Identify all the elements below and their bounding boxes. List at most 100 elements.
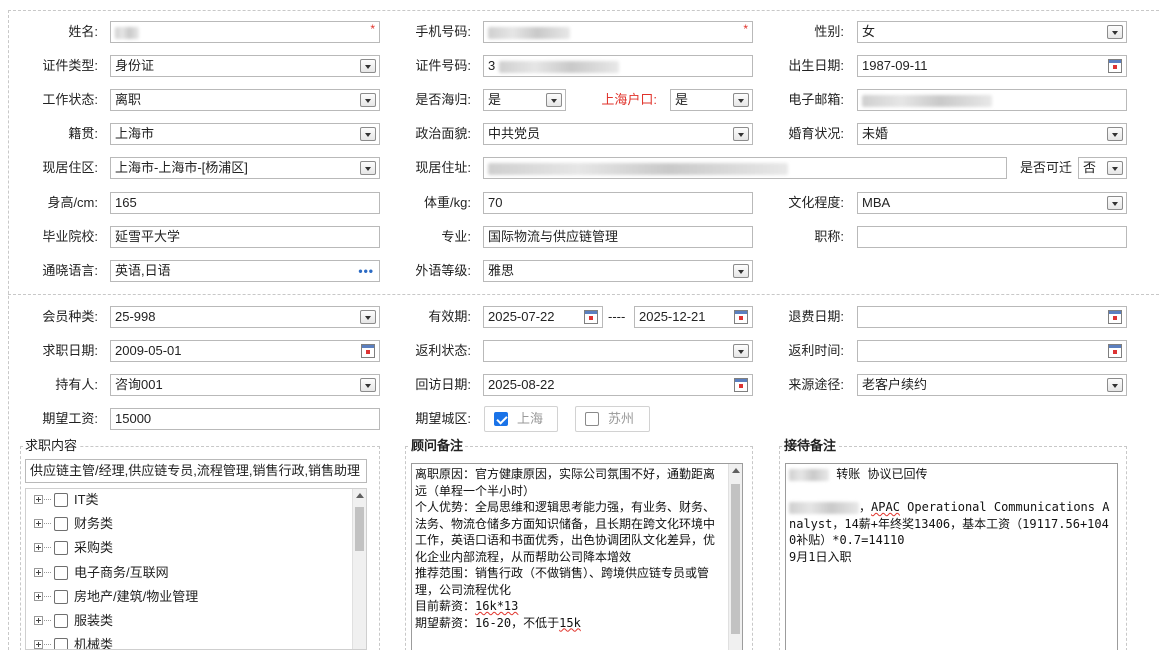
expand-icon[interactable] — [34, 616, 43, 625]
returnee-value: 是 — [488, 92, 502, 107]
email-field[interactable] — [857, 89, 1127, 111]
checkbox-icon[interactable] — [54, 638, 68, 649]
member-type-label: 会员种类: — [42, 309, 98, 324]
member-type-select[interactable]: 25-998 — [110, 306, 380, 328]
height-field[interactable]: 165 — [110, 192, 380, 214]
weight-field[interactable]: 70 — [483, 192, 753, 214]
calendar-icon[interactable] — [1108, 310, 1122, 324]
residence-addr-field[interactable] — [483, 157, 1007, 179]
reception-notes-textarea[interactable]: 转账 协议已回传 ，APAC Operational Communication… — [785, 463, 1118, 650]
id-no-field[interactable]: 3 — [483, 55, 753, 77]
political-select[interactable]: 中共党员 — [483, 123, 753, 145]
scroll-thumb[interactable] — [355, 507, 364, 551]
chevron-down-icon[interactable] — [733, 127, 749, 141]
chevron-down-icon[interactable] — [1107, 161, 1123, 175]
chevron-down-icon[interactable] — [360, 378, 376, 392]
calendar-icon[interactable] — [584, 310, 598, 324]
height-label: 身高/cm: — [47, 195, 98, 210]
checkbox-icon[interactable] — [54, 566, 68, 580]
lang-field[interactable]: 英语,日语 ••• — [110, 260, 380, 282]
chevron-down-icon[interactable] — [1107, 25, 1123, 39]
expand-icon[interactable] — [34, 592, 43, 601]
name-field[interactable]: * — [110, 21, 380, 43]
calendar-icon[interactable] — [734, 378, 748, 392]
holder-select[interactable]: 咨询001 — [110, 374, 380, 396]
checkbox-icon[interactable] — [54, 493, 68, 507]
expand-icon[interactable] — [34, 543, 43, 552]
holder-value: 咨询001 — [115, 377, 163, 392]
political-label: 政治面貌: — [415, 126, 471, 141]
title-field[interactable] — [857, 226, 1127, 248]
id-no-label: 证件号码: — [415, 58, 471, 73]
work-status-select[interactable]: 离职 — [110, 89, 380, 111]
residence-area-select[interactable]: 上海市-上海市-[杨浦区] — [110, 157, 380, 179]
id-type-select[interactable]: 身份证 — [110, 55, 380, 77]
returnee-select[interactable]: 是 — [483, 89, 566, 111]
chevron-down-icon[interactable] — [360, 127, 376, 141]
chevron-down-icon[interactable] — [360, 310, 376, 324]
id-no-prefix: 3 — [488, 58, 496, 73]
city-option-suzhou[interactable]: 苏州 — [575, 406, 650, 432]
valid-from-field[interactable]: 2025-07-22 — [483, 306, 603, 328]
checkbox-icon[interactable] — [585, 412, 599, 426]
more-icon[interactable]: ••• — [358, 261, 374, 281]
relocate-value: 否 — [1083, 160, 1097, 175]
relocate-select[interactable]: 否 — [1078, 157, 1127, 179]
consultant-notes-textarea[interactable]: 离职原因：官方健康原因，实际公司氛围不好，通勤距离远（单程一个半小时） 个人优势… — [411, 463, 743, 650]
lang-level-select[interactable]: 雅思 — [483, 260, 753, 282]
rebate-time-field[interactable] — [857, 340, 1127, 362]
source-select[interactable]: 老客户续约 — [857, 374, 1127, 396]
chevron-down-icon[interactable] — [360, 161, 376, 175]
expand-icon[interactable] — [34, 640, 43, 649]
gender-select[interactable]: 女 — [857, 21, 1127, 43]
notes-scrollbar[interactable] — [728, 464, 742, 650]
checkbox-icon[interactable] — [54, 590, 68, 604]
job-content-summary[interactable]: 供应链主管/经理,供应链专员,流程管理,销售行政,销售助理 — [25, 459, 367, 483]
school-field[interactable]: 延雪平大学 — [110, 226, 380, 248]
calendar-icon[interactable] — [361, 344, 375, 358]
expand-icon[interactable] — [34, 519, 43, 528]
chevron-down-icon[interactable] — [1107, 378, 1123, 392]
chevron-down-icon[interactable] — [360, 59, 376, 73]
scroll-thumb[interactable] — [731, 484, 740, 634]
checkbox-checked-icon[interactable] — [494, 412, 508, 426]
scroll-up-icon[interactable] — [356, 493, 364, 498]
salary-field[interactable]: 15000 — [110, 408, 380, 430]
checkbox-icon[interactable] — [54, 517, 68, 531]
tree-scrollbar[interactable] — [352, 489, 366, 649]
birth-date-field[interactable]: 1987-09-11 — [857, 55, 1127, 77]
chevron-down-icon[interactable] — [733, 264, 749, 278]
chevron-down-icon[interactable] — [360, 93, 376, 107]
phone-field[interactable]: * — [483, 21, 753, 43]
chevron-down-icon[interactable] — [1107, 196, 1123, 210]
date-range-separator: ---- — [608, 309, 626, 324]
sh-hukou-label: 上海户口: — [601, 92, 657, 107]
expand-icon[interactable] — [34, 568, 43, 577]
job-category-tree[interactable]: IT类 财务类 采购类 电子商务/互联网 房地产/建筑/物业管理 服装类 机械类 — [25, 488, 367, 650]
city-option-shanghai[interactable]: 上海 — [484, 406, 558, 432]
rebate-status-select[interactable] — [483, 340, 753, 362]
reception-notes-title: 接待备注 — [782, 438, 839, 454]
major-value: 国际物流与供应链管理 — [488, 229, 619, 244]
chevron-down-icon[interactable] — [733, 344, 749, 358]
chevron-down-icon[interactable] — [733, 93, 749, 107]
scroll-up-icon[interactable] — [732, 468, 740, 473]
city-option-label: 上海 — [517, 411, 544, 426]
expand-icon[interactable] — [34, 495, 43, 504]
chevron-down-icon[interactable] — [1107, 127, 1123, 141]
revisit-date-field[interactable]: 2025-08-22 — [483, 374, 753, 396]
calendar-icon[interactable] — [1108, 344, 1122, 358]
calendar-icon[interactable] — [734, 310, 748, 324]
native-select[interactable]: 上海市 — [110, 123, 380, 145]
calendar-icon[interactable] — [1108, 59, 1122, 73]
education-select[interactable]: MBA — [857, 192, 1127, 214]
sh-hukou-select[interactable]: 是 — [670, 89, 753, 111]
refund-date-field[interactable] — [857, 306, 1127, 328]
chevron-down-icon[interactable] — [546, 93, 562, 107]
job-date-field[interactable]: 2009-05-01 — [110, 340, 380, 362]
checkbox-icon[interactable] — [54, 541, 68, 555]
major-field[interactable]: 国际物流与供应链管理 — [483, 226, 753, 248]
checkbox-icon[interactable] — [54, 614, 68, 628]
marital-select[interactable]: 未婚 — [857, 123, 1127, 145]
valid-to-field[interactable]: 2025-12-21 — [634, 306, 753, 328]
